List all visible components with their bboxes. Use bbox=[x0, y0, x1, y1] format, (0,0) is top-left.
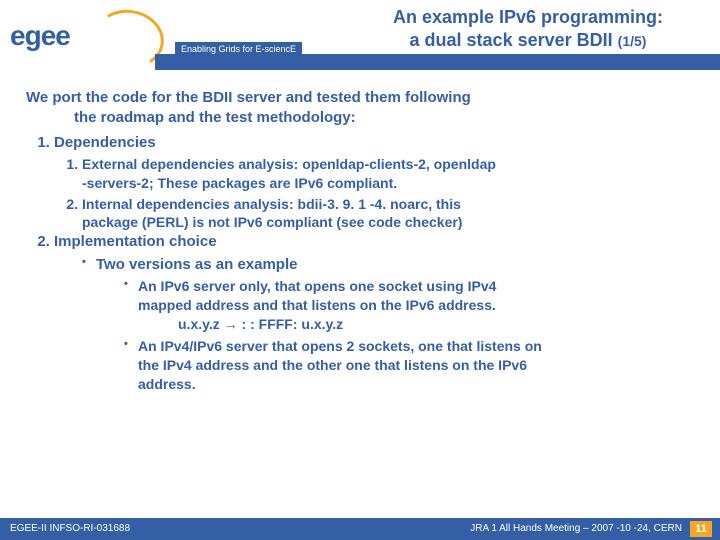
arrow-icon: → bbox=[224, 316, 238, 332]
slide-title: An example IPv6 programming: a dual stac… bbox=[348, 6, 708, 51]
footer-left: EGEE-II INFSO-RI-031688 bbox=[10, 523, 130, 534]
ipv6-only-item: An IPv6 server only, that opens one sock… bbox=[124, 277, 698, 334]
title-pager: (1/5) bbox=[618, 33, 647, 49]
implementation-sublist: Two versions as an example An IPv6 serve… bbox=[54, 255, 698, 395]
logo-letter: e bbox=[55, 20, 70, 51]
external-deps-item: External dependencies analysis: openldap… bbox=[82, 155, 698, 193]
ipv6-only-l2: mapped address and that listens on the I… bbox=[138, 297, 496, 313]
dependencies-heading: Dependencies bbox=[54, 134, 156, 151]
title-line-1: An example IPv6 programming: bbox=[393, 7, 663, 27]
external-deps-text-b: -servers-2; These packages are IPv6 comp… bbox=[82, 175, 397, 191]
versions-sublist: An IPv6 server only, that opens one sock… bbox=[96, 277, 698, 394]
logo-letter: g bbox=[25, 20, 41, 51]
intro-line-1: We port the code for the BDII server and… bbox=[26, 89, 471, 106]
dependencies-item: Dependencies External dependencies analy… bbox=[54, 133, 698, 233]
egee-logo: egee bbox=[10, 8, 150, 66]
intro-line-2: the roadmap and the test methodology: bbox=[26, 108, 698, 128]
dual-l3: address. bbox=[138, 376, 196, 392]
implementation-item: Implementation choice Two versions as an… bbox=[54, 232, 698, 394]
dual-l2: the IPv4 address and the other one that … bbox=[138, 357, 527, 373]
ipv4-ipv6-item: An IPv4/IPv6 server that opens 2 sockets… bbox=[124, 337, 698, 394]
implementation-heading: Implementation choice bbox=[54, 233, 217, 250]
logo-letter: e bbox=[10, 20, 25, 51]
internal-deps-item: Internal dependencies analysis: bdii-3. … bbox=[82, 195, 698, 233]
logo-text: egee bbox=[10, 20, 70, 52]
internal-deps-label: Internal dependencies analysis bbox=[82, 196, 289, 212]
map-left: u.x.y.z bbox=[178, 316, 220, 332]
slide-footer: EGEE-II INFSO-RI-031688 JRA 1 All Hands … bbox=[0, 518, 720, 540]
footer-page-number: 11 bbox=[690, 521, 712, 537]
title-line-2: a dual stack server BDII bbox=[410, 30, 613, 50]
external-deps-label: External dependencies analysis: bbox=[82, 156, 298, 172]
intro-text: We port the code for the BDII server and… bbox=[26, 88, 698, 129]
map-right: : : FFFF: u.x.y.z bbox=[242, 316, 344, 332]
external-deps-text-a: openldap-clients-2, openldap bbox=[298, 156, 496, 172]
main-list: Dependencies External dependencies analy… bbox=[26, 133, 698, 395]
two-versions-item: Two versions as an example An IPv6 serve… bbox=[82, 255, 698, 395]
header-tagline: Enabling Grids for E-sciencE bbox=[175, 42, 302, 56]
header-blue-band bbox=[155, 54, 720, 70]
internal-deps-text-b: package (PERL) is not IPv6 compliant (se… bbox=[82, 214, 462, 230]
footer-center: JRA 1 All Hands Meeting – 2007 -10 -24, … bbox=[470, 523, 682, 534]
slide-header: egee Enabling Grids for E-sciencE An exa… bbox=[0, 0, 720, 70]
two-versions-text: Two versions as an example bbox=[96, 256, 297, 273]
internal-deps-text-a: : bdii-3. 9. 1 -4. noarc, this bbox=[289, 196, 461, 212]
dependencies-sublist: External dependencies analysis: openldap… bbox=[54, 155, 698, 233]
address-mapping: u.x.y.z → : : FFFF: u.x.y.z bbox=[138, 315, 698, 334]
dual-l1: An IPv4/IPv6 server that opens 2 sockets… bbox=[138, 338, 542, 354]
ipv6-only-l1: An IPv6 server only, that opens one sock… bbox=[138, 278, 496, 294]
slide-body: We port the code for the BDII server and… bbox=[0, 70, 720, 394]
logo-letter: e bbox=[41, 20, 56, 51]
